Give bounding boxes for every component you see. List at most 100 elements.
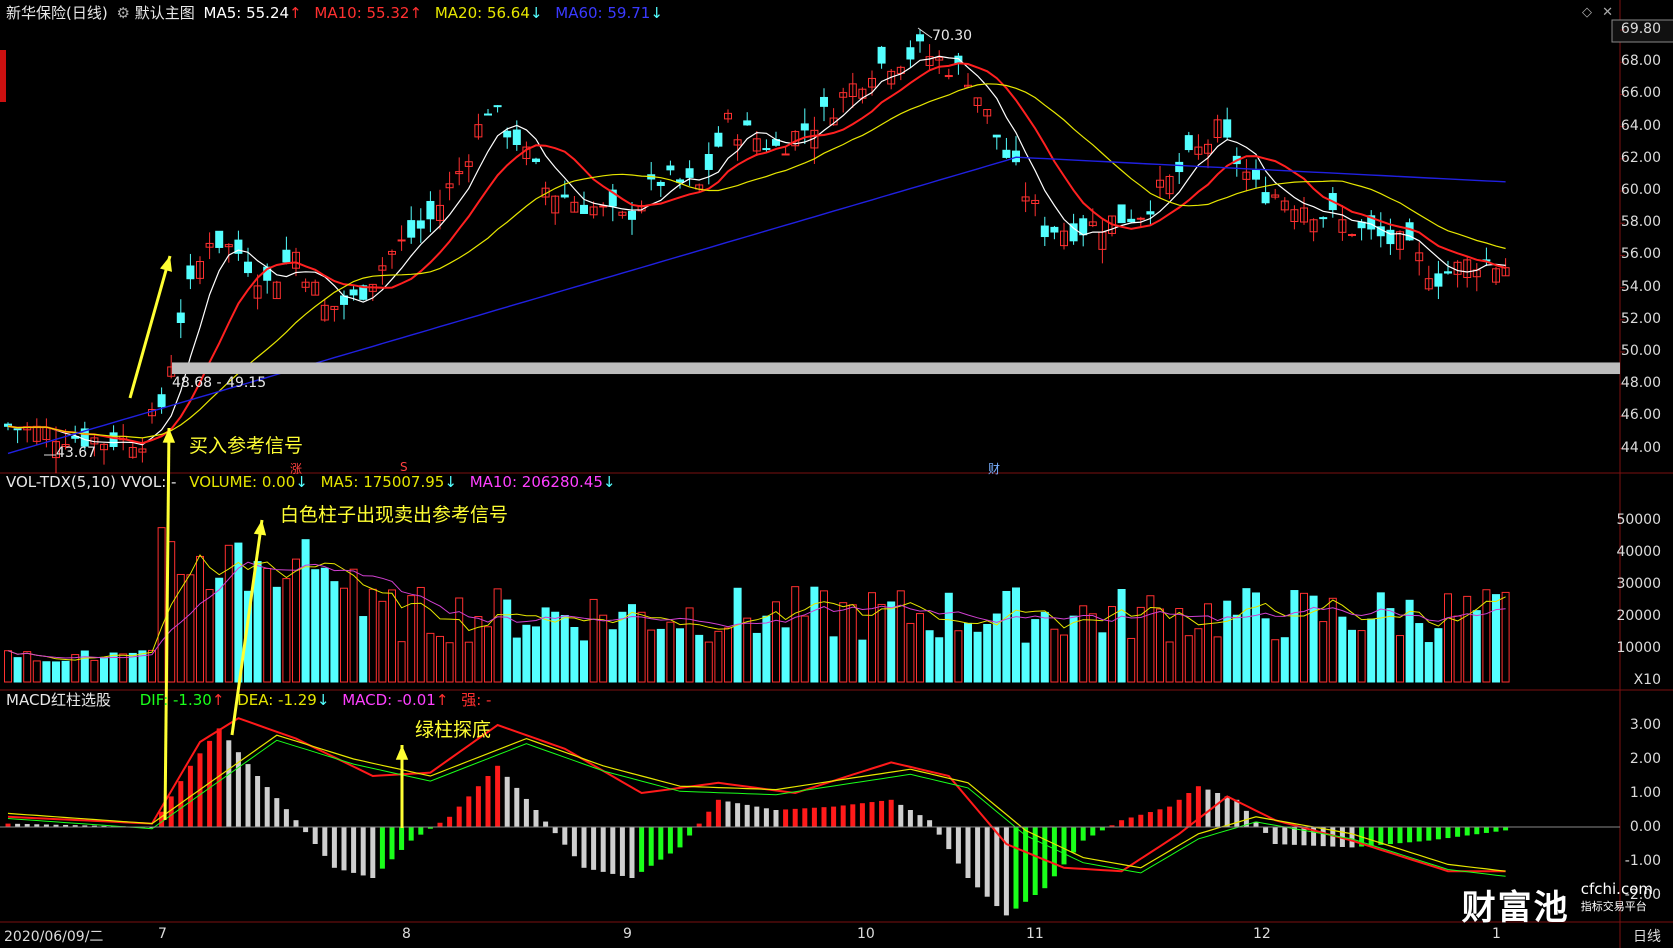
vol-ma5-arrow-icon: ↓	[444, 473, 457, 491]
dea-arrow-icon: ↓	[316, 691, 330, 709]
macd-bar	[667, 827, 673, 854]
indicator-name[interactable]: 默认主图	[135, 4, 195, 22]
volume-bar	[128, 652, 137, 683]
candle-body	[512, 129, 521, 145]
ma60-arrow-icon: ↓	[650, 4, 663, 22]
event-marker-zhang[interactable]: 涨	[290, 460, 302, 477]
volume-bar	[935, 637, 944, 683]
macd-bar	[975, 827, 981, 888]
volume-bar	[964, 622, 972, 683]
volume-bar	[743, 617, 752, 683]
close-icon[interactable]: ✕	[1602, 5, 1613, 20]
candle-body	[666, 165, 675, 171]
macd-bar	[255, 776, 261, 827]
candle-body	[484, 113, 492, 116]
period-label[interactable]: 日线	[1633, 926, 1661, 946]
volume-bar	[215, 577, 224, 683]
ma5-arrow-icon: ↑	[289, 4, 302, 22]
date-label: 10	[857, 926, 875, 942]
date-axis: 2020/06/09/二 7 8 9 10 11 12 1	[0, 922, 1620, 948]
watermark-url: cfchi.com	[1580, 880, 1653, 898]
volume-bar	[1165, 641, 1174, 683]
volume-bar	[781, 627, 790, 683]
candle-body	[954, 55, 963, 64]
macd-bar	[955, 827, 961, 864]
watermark: 财富池 cfchi.com 指标交易平台	[1462, 880, 1653, 929]
volume-bar	[1031, 619, 1040, 683]
volume-bar	[176, 573, 185, 683]
volume-bar	[330, 581, 339, 683]
macd-bar	[533, 810, 539, 827]
volume-bar	[157, 527, 166, 683]
diamond-icon[interactable]: ◇	[1582, 5, 1592, 20]
volume-bar	[1271, 639, 1280, 683]
macd-bar	[696, 823, 702, 827]
macd-bar	[562, 827, 568, 845]
volume-bar	[560, 615, 569, 683]
candle-body	[877, 46, 886, 64]
candle-body	[704, 153, 713, 170]
macd-bar	[293, 820, 299, 827]
volume-bar	[1146, 595, 1155, 683]
volume-bar	[983, 623, 992, 683]
volume-bar	[868, 592, 876, 683]
volume-bar	[1117, 589, 1126, 683]
candle-body	[1117, 204, 1126, 224]
macd-bar	[610, 827, 616, 874]
price-tick-label: 68.00	[1620, 53, 1661, 70]
volume-bar	[954, 630, 963, 683]
macd-bar	[399, 827, 405, 850]
price-tick-label: 52.00	[1620, 310, 1661, 327]
volume-bar	[1194, 628, 1203, 683]
price-tick-label: 60.00	[1620, 182, 1661, 198]
volume-bar	[1156, 608, 1164, 683]
volume-bar	[436, 635, 444, 683]
volume-bar	[906, 622, 915, 683]
event-marker-cai[interactable]: 财	[988, 460, 1000, 477]
candle-body	[244, 261, 252, 274]
price-tick-label: 69.80	[1620, 21, 1661, 37]
macd-bar	[965, 827, 971, 878]
volume-bar	[532, 626, 540, 683]
ma20-value: MA20: 56.64	[434, 4, 530, 22]
volume-bar	[1319, 621, 1328, 683]
main-chart-header: 新华保险(日线) ⚙ 默认主图 MA5: 55.24↑ MA10: 55.32↑…	[6, 3, 663, 23]
volume-bar	[973, 631, 982, 683]
macd-bar	[1042, 827, 1048, 889]
volume-bar	[1040, 611, 1049, 683]
buy-arrow-upper-head	[160, 256, 173, 272]
macd-bar	[571, 827, 577, 857]
white-bar-sell-annotation: 白色柱子出现卖出参考信号	[280, 504, 509, 526]
macd-bar	[437, 822, 443, 827]
macd-indicator-name[interactable]: MACD红柱选股	[6, 691, 111, 709]
candle-body	[1434, 273, 1443, 287]
macd-bar	[725, 801, 731, 827]
volume-bar	[666, 621, 675, 683]
macd-bar	[1320, 827, 1326, 847]
volume-bar	[656, 628, 665, 683]
volume-bar	[848, 604, 857, 683]
volume-value: VOLUME: 0.00	[189, 473, 296, 491]
candle-body	[176, 312, 185, 323]
vol-indicator-name[interactable]: VOL-TDX(5,10) VVOL: -	[6, 473, 176, 491]
event-marker-s[interactable]: S	[400, 460, 408, 474]
macd-bar	[1416, 827, 1422, 842]
macd-bar	[869, 802, 875, 827]
gear-icon[interactable]: ⚙	[117, 4, 130, 22]
high-price-label: 70.30	[932, 28, 973, 44]
vol-ma10-arrow-icon: ↓	[602, 473, 616, 491]
macd-bar	[370, 827, 376, 878]
macd-bar	[312, 827, 318, 844]
candle-body	[1261, 192, 1270, 204]
macd-bar	[1474, 827, 1480, 835]
volume-bar	[263, 568, 272, 683]
macd-bar	[984, 827, 990, 897]
volume-bar	[1328, 597, 1337, 683]
volume-bar	[1098, 632, 1107, 683]
volume-bar	[301, 539, 310, 683]
volume-bar	[13, 657, 22, 683]
stock-title[interactable]: 新华保险(日线)	[6, 4, 108, 22]
candle-body	[1012, 150, 1020, 163]
volume-bar	[1223, 600, 1232, 683]
volume-bar	[1242, 588, 1251, 683]
